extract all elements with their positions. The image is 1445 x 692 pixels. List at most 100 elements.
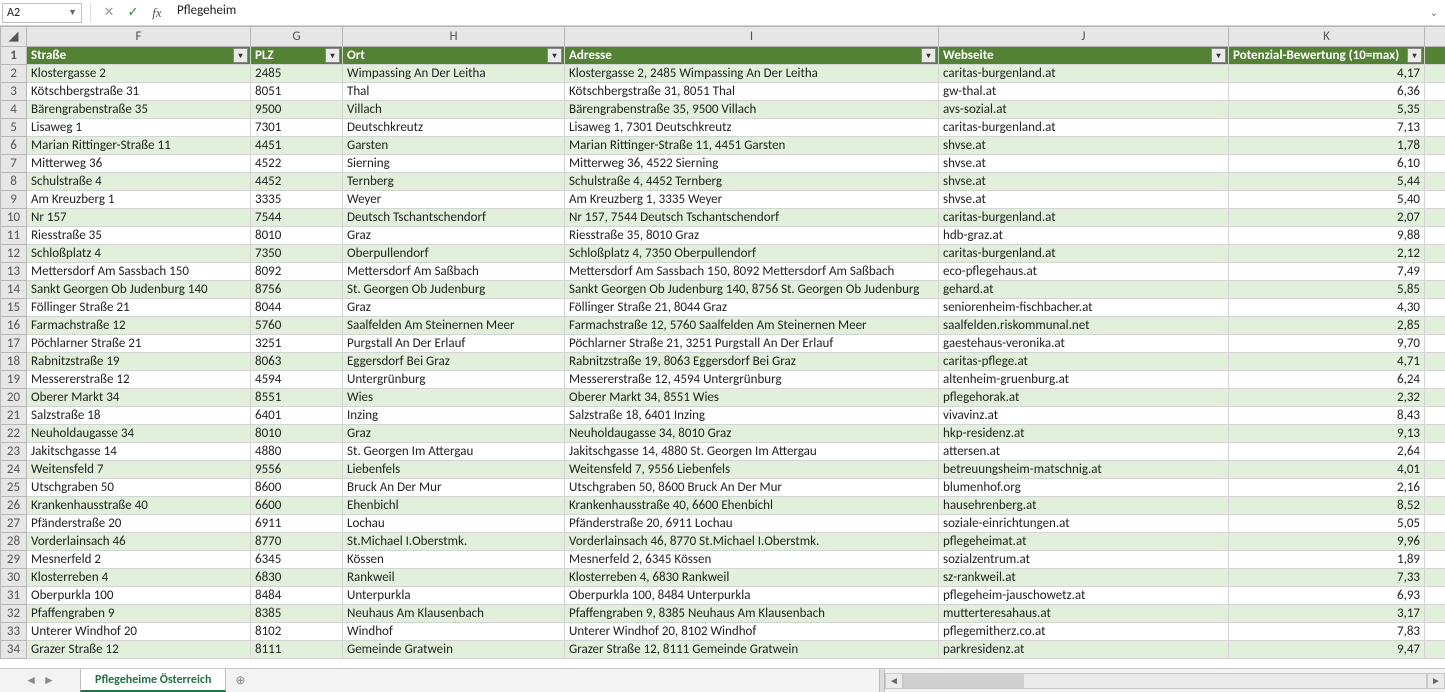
cell[interactable]: 8,43 — [1229, 407, 1425, 425]
cell[interactable]: Bärengrabenstraße 35, 9500 Villach — [565, 101, 939, 119]
cell[interactable]: St. Georgen Im Attergau — [343, 443, 565, 461]
cell[interactable]: pflegeheimat.at — [939, 533, 1229, 551]
cell[interactable]: hausehrenberg.at — [939, 497, 1229, 515]
cell[interactable]: mutterteresahaus.at — [939, 605, 1229, 623]
expand-formula-icon[interactable]: ⌄ — [1425, 6, 1443, 19]
cell[interactable]: pflegehorak.at — [939, 389, 1229, 407]
cell[interactable]: Sankt Georgen Ob Judenburg 140, 8756 St.… — [565, 281, 939, 299]
row-header[interactable]: 31 — [1, 587, 27, 605]
cell[interactable]: 4880 — [251, 443, 343, 461]
cell[interactable]: Vorderlainsach 46 — [27, 533, 251, 551]
cell[interactable]: Graz — [343, 299, 565, 317]
cell[interactable]: Inzing — [343, 407, 565, 425]
cell[interactable]: 5760 — [251, 317, 343, 335]
cell[interactable]: 6401 — [251, 407, 343, 425]
cell[interactable]: Kötschbergstraße 31 — [27, 83, 251, 101]
cell[interactable]: Lisaweg 1, 7301 Deutschkreutz — [565, 119, 939, 137]
row-header[interactable]: 23 — [1, 443, 27, 461]
cell[interactable]: hkp-residenz.at — [939, 425, 1229, 443]
cell[interactable] — [1425, 479, 1445, 497]
cell[interactable]: 9500 — [251, 101, 343, 119]
cell[interactable]: Salzstraße 18, 6401 Inzing — [565, 407, 939, 425]
cell[interactable]: 8102 — [251, 623, 343, 641]
cell[interactable]: Weitensfeld 7, 9556 Liebenfels — [565, 461, 939, 479]
cell[interactable]: 8,52 — [1229, 497, 1425, 515]
cell[interactable]: 6830 — [251, 569, 343, 587]
cell[interactable]: Unterer Windhof 20 — [27, 623, 251, 641]
cell[interactable]: Marian Rittinger-Straße 11 — [27, 137, 251, 155]
cell[interactable]: St. Georgen Ob Judenburg — [343, 281, 565, 299]
cell[interactable]: hdb-graz.at — [939, 227, 1229, 245]
cell[interactable]: Utschgraben 50 — [27, 479, 251, 497]
cell[interactable]: Oberpurkla 100 — [27, 587, 251, 605]
cell[interactable]: Farmachstraße 12 — [27, 317, 251, 335]
cell[interactable]: blumenhof.org — [939, 479, 1229, 497]
row-header[interactable]: 29 — [1, 551, 27, 569]
cell[interactable]: Weyer — [343, 191, 565, 209]
cell[interactable]: 2485 — [251, 65, 343, 83]
cell[interactable]: 8484 — [251, 587, 343, 605]
cell[interactable]: shvse.at — [939, 155, 1229, 173]
row-header[interactable]: 6 — [1, 137, 27, 155]
cell[interactable]: Marian Rittinger-Straße 11, 4451 Garsten — [565, 137, 939, 155]
cell[interactable]: attersen.at — [939, 443, 1229, 461]
cell[interactable]: 5,44 — [1229, 173, 1425, 191]
cell[interactable]: 9,96 — [1229, 533, 1425, 551]
cell[interactable]: Rabnitzstraße 19 — [27, 353, 251, 371]
cell[interactable]: Messererstraße 12 — [27, 371, 251, 389]
cell[interactable]: 9,88 — [1229, 227, 1425, 245]
cell[interactable]: Am Kreuzberg 1, 3335 Weyer — [565, 191, 939, 209]
scroll-track[interactable] — [903, 673, 1427, 689]
cell[interactable]: Vorderlainsach 46, 8770 St.Michael I.Obe… — [565, 533, 939, 551]
cell[interactable]: caritas-burgenland.at — [939, 209, 1229, 227]
cell[interactable]: Nr 157, 7544 Deutsch Tschantschendorf — [565, 209, 939, 227]
cell[interactable]: Oberpullendorf — [343, 245, 565, 263]
cell[interactable]: Gemeinde Gratwein — [343, 641, 565, 659]
cell[interactable]: gehard.at — [939, 281, 1229, 299]
cell[interactable]: Pfaffengraben 9 — [27, 605, 251, 623]
cell[interactable]: gaestehaus-veronika.at — [939, 335, 1229, 353]
scroll-left-icon[interactable]: ◄ — [885, 673, 903, 689]
cell[interactable]: 4,17 — [1229, 65, 1425, 83]
cell[interactable]: Bärengrabenstraße 35 — [27, 101, 251, 119]
cell[interactable]: 6600 — [251, 497, 343, 515]
cell[interactable]: 8551 — [251, 389, 343, 407]
cell[interactable] — [1425, 101, 1445, 119]
cell[interactable]: Weitensfeld 7 — [27, 461, 251, 479]
cell[interactable]: Am Kreuzberg 1 — [27, 191, 251, 209]
row-header[interactable]: 30 — [1, 569, 27, 587]
cell[interactable]: Föllinger Straße 21 — [27, 299, 251, 317]
cell[interactable]: 2,12 — [1229, 245, 1425, 263]
cell[interactable] — [1425, 515, 1445, 533]
cell[interactable]: Eggersdorf Bei Graz — [343, 353, 565, 371]
cell[interactable] — [1425, 461, 1445, 479]
cell[interactable]: Farmachstraße 12, 5760 Saalfelden Am Ste… — [565, 317, 939, 335]
row-header[interactable]: 24 — [1, 461, 27, 479]
row-header[interactable]: 28 — [1, 533, 27, 551]
cell[interactable]: 4,30 — [1229, 299, 1425, 317]
cell[interactable]: 7,33 — [1229, 569, 1425, 587]
cell[interactable]: Pfaffengraben 9, 8385 Neuhaus Am Klausen… — [565, 605, 939, 623]
cell[interactable]: 8756 — [251, 281, 343, 299]
cell[interactable]: 7,13 — [1229, 119, 1425, 137]
tab-nav[interactable]: ◄ ► — [0, 669, 80, 692]
cell[interactable]: 8385 — [251, 605, 343, 623]
col-header[interactable]: I — [565, 27, 939, 47]
cell[interactable]: eco-pflegehaus.at — [939, 263, 1229, 281]
cell[interactable]: 4452 — [251, 173, 343, 191]
row-header[interactable]: 21 — [1, 407, 27, 425]
row-header[interactable]: 22 — [1, 425, 27, 443]
cell[interactable]: avs-sozial.at — [939, 101, 1229, 119]
cell[interactable]: St.Michael I.Oberstmk. — [343, 533, 565, 551]
row-header[interactable]: 10 — [1, 209, 27, 227]
cell[interactable]: 3251 — [251, 335, 343, 353]
horizontal-scrollbar[interactable]: ◄ ► — [885, 669, 1445, 692]
col-header[interactable]: H — [343, 27, 565, 47]
cell[interactable]: Krankenhausstraße 40, 6600 Ehenbichl — [565, 497, 939, 515]
cell[interactable]: 5,85 — [1229, 281, 1425, 299]
row-header[interactable]: 1 — [1, 47, 27, 65]
cell[interactable] — [1425, 533, 1445, 551]
row-header[interactable]: 14 — [1, 281, 27, 299]
cell[interactable]: Liebenfels — [343, 461, 565, 479]
fx-icon[interactable]: fx — [147, 3, 167, 23]
